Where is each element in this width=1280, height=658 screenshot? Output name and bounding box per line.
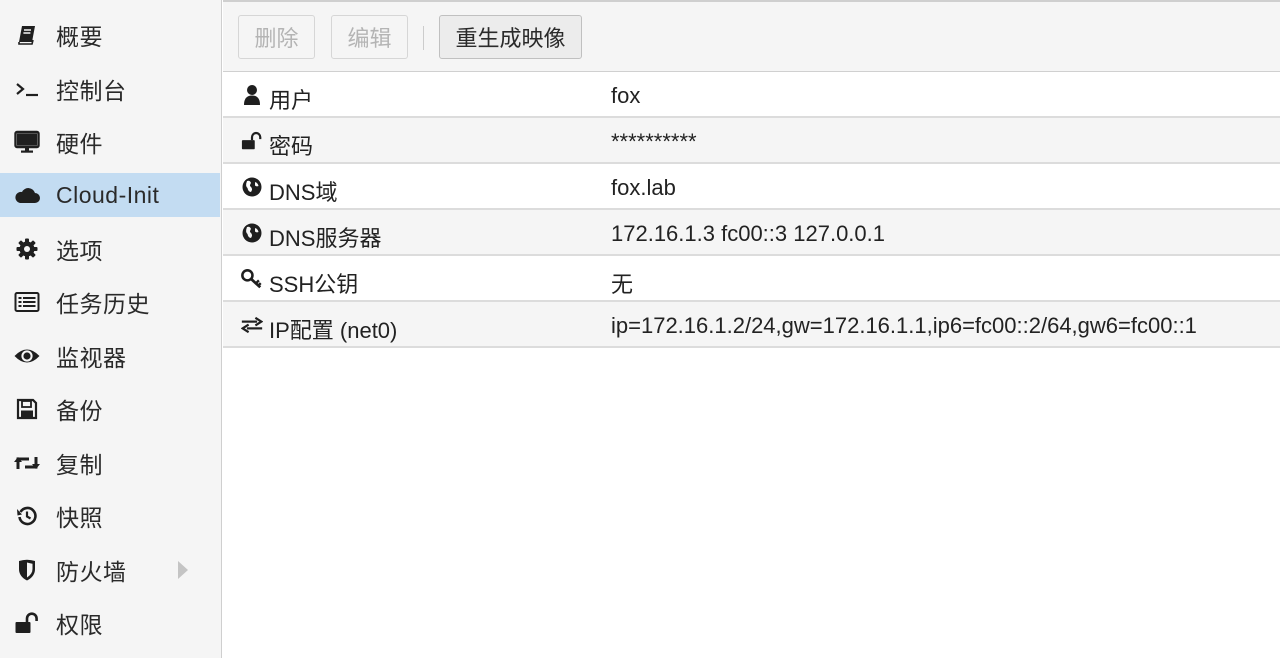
row-key: 用户 bbox=[269, 88, 314, 113]
key-icon bbox=[241, 268, 263, 290]
row-value: ********** bbox=[611, 129, 697, 154]
sidebar-item-label: 监视器 bbox=[56, 345, 127, 371]
sidebar-item-label: 防火墙 bbox=[56, 559, 127, 585]
sidebar-item-replication[interactable]: 复制 bbox=[0, 441, 220, 485]
sidebar-item-firewall[interactable]: 防火墙 bbox=[0, 548, 220, 592]
regenerate-image-button[interactable]: 重生成映像 bbox=[439, 15, 582, 59]
row-key: IP配置 (net0) bbox=[269, 318, 398, 343]
table-row-dns-servers[interactable]: DNS服务器 172.16.1.3 fc00::3 127.0.0.1 bbox=[223, 210, 1280, 256]
sidebar-item-hardware[interactable]: 硬件 bbox=[0, 120, 220, 164]
sidebar-item-monitor[interactable]: 监视器 bbox=[0, 334, 220, 378]
sidebar: 概要 控制台 硬件 Cloud-Init 选项 任务历史 监视器 备份 复制 快… bbox=[0, 0, 222, 658]
unlock-icon bbox=[13, 609, 41, 637]
sidebar-item-label: 快照 bbox=[56, 505, 103, 531]
table-row-ssh-key[interactable]: SSH公钥 无 bbox=[223, 256, 1280, 302]
sidebar-item-cloud-init[interactable]: Cloud-Init bbox=[0, 173, 220, 217]
sidebar-item-label: 任务历史 bbox=[56, 291, 150, 317]
retweet-icon bbox=[13, 449, 41, 477]
chevron-right-icon[interactable] bbox=[178, 561, 188, 579]
row-key: SSH公钥 bbox=[269, 272, 359, 297]
sidebar-item-console[interactable]: 控制台 bbox=[0, 67, 220, 111]
sidebar-item-label: 控制台 bbox=[56, 78, 127, 104]
sidebar-item-snapshot[interactable]: 快照 bbox=[0, 494, 220, 538]
cloud-init-grid: 用户 fox 密码 ********** DNS域 fox.lab DNS服务器… bbox=[223, 72, 1280, 348]
floppy-icon bbox=[13, 395, 41, 423]
row-value: fox.lab bbox=[611, 175, 676, 200]
sidebar-item-label: 复制 bbox=[56, 452, 103, 478]
edit-button[interactable]: 编辑 bbox=[331, 15, 408, 59]
sidebar-item-backup[interactable]: 备份 bbox=[0, 387, 220, 431]
sidebar-item-task-history[interactable]: 任务历史 bbox=[0, 280, 220, 324]
toolbar-separator bbox=[423, 26, 424, 50]
table-row-ip-config[interactable]: IP配置 (net0) ip=172.16.1.2/24,gw=172.16.1… bbox=[223, 302, 1280, 348]
sidebar-item-label: 概要 bbox=[56, 24, 103, 50]
gear-icon bbox=[13, 235, 41, 263]
sidebar-item-options[interactable]: 选项 bbox=[0, 227, 220, 271]
row-value: fox bbox=[611, 83, 641, 108]
shield-icon bbox=[13, 556, 41, 584]
history-icon bbox=[13, 502, 41, 530]
table-row-password[interactable]: 密码 ********** bbox=[223, 118, 1280, 164]
globe-icon bbox=[241, 176, 263, 198]
terminal-icon bbox=[13, 75, 41, 103]
eye-icon bbox=[13, 342, 41, 370]
row-key: DNS服务器 bbox=[269, 226, 382, 251]
row-key: DNS域 bbox=[269, 180, 338, 205]
globe-icon bbox=[241, 222, 263, 244]
sidebar-item-label: 备份 bbox=[56, 398, 103, 424]
sidebar-item-label: 硬件 bbox=[56, 131, 103, 157]
sidebar-item-permissions[interactable]: 权限 bbox=[0, 601, 220, 645]
sidebar-item-label: 权限 bbox=[56, 612, 103, 638]
row-value: 172.16.1.3 fc00::3 127.0.0.1 bbox=[611, 221, 886, 246]
table-row-dns-domain[interactable]: DNS域 fox.lab bbox=[223, 164, 1280, 210]
sidebar-item-summary[interactable]: 概要 bbox=[0, 13, 220, 57]
desktop-icon bbox=[13, 128, 41, 156]
list-icon bbox=[13, 288, 41, 316]
sidebar-item-label: Cloud-Init bbox=[56, 181, 160, 208]
unlock-icon bbox=[241, 130, 263, 152]
sidebar-item-label: 选项 bbox=[56, 238, 103, 264]
exchange-icon bbox=[241, 314, 263, 336]
row-value: 无 bbox=[611, 272, 634, 297]
proxmox-vm-panel: 概要 控制台 硬件 Cloud-Init 选项 任务历史 监视器 备份 复制 快… bbox=[0, 0, 1280, 658]
row-value: ip=172.16.1.2/24,gw=172.16.1.1,ip6=fc00:… bbox=[611, 313, 1197, 338]
user-icon bbox=[241, 84, 263, 106]
row-key: 密码 bbox=[269, 134, 314, 159]
cloud-icon bbox=[13, 181, 41, 209]
table-row-user[interactable]: 用户 fox bbox=[223, 72, 1280, 118]
cloud-init-panel: 删除 编辑 重生成映像 用户 fox 密码 ********** DNS域 fo… bbox=[223, 0, 1280, 658]
book-icon bbox=[13, 21, 41, 49]
toolbar: 删除 编辑 重生成映像 bbox=[223, 0, 1280, 72]
delete-button[interactable]: 删除 bbox=[238, 15, 315, 59]
